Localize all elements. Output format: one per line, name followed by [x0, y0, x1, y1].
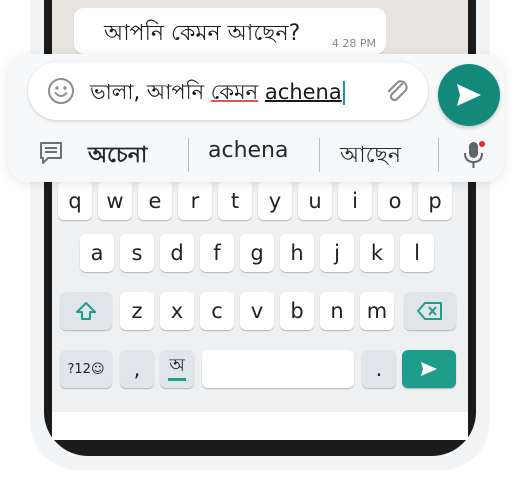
- period-key[interactable]: .: [362, 350, 396, 388]
- suggestion-bar: অচেনা achena আছেন: [8, 130, 504, 178]
- key-s[interactable]: s: [120, 234, 154, 272]
- key-h[interactable]: h: [280, 234, 314, 272]
- space-bar[interactable]: [202, 350, 354, 388]
- key-p[interactable]: p: [418, 182, 452, 220]
- send-icon: [457, 84, 481, 106]
- message-input-text: ভালা, আপনি কেমন achena: [90, 76, 345, 111]
- key-t[interactable]: t: [218, 182, 252, 220]
- shift-key[interactable]: [60, 292, 112, 330]
- input-text-plain: ভালা, আপনি: [90, 80, 211, 104]
- key-r[interactable]: r: [178, 182, 212, 220]
- symbols-key-label: ?12☺: [67, 361, 105, 377]
- key-i[interactable]: i: [338, 182, 372, 220]
- keyboard-send-key[interactable]: [402, 350, 456, 388]
- suggestion-2[interactable]: achena: [208, 138, 288, 163]
- send-button[interactable]: [438, 64, 500, 126]
- key-y[interactable]: y: [258, 182, 292, 220]
- key-x[interactable]: x: [160, 292, 194, 330]
- emoji-icon[interactable]: [46, 76, 76, 106]
- clipboard-icon[interactable]: [36, 138, 66, 168]
- key-a[interactable]: a: [80, 234, 114, 272]
- suggestion-divider: [319, 138, 320, 172]
- message-input[interactable]: ভালা, আপনি কেমন achena: [28, 62, 428, 120]
- backspace-icon: [417, 302, 442, 320]
- key-q[interactable]: q: [58, 182, 92, 220]
- key-g[interactable]: g: [240, 234, 274, 272]
- bottom-bar: [52, 412, 468, 440]
- key-c[interactable]: c: [200, 292, 234, 330]
- suggestion-divider: [188, 138, 189, 172]
- backspace-key[interactable]: [404, 292, 456, 330]
- key-f[interactable]: f: [200, 234, 234, 272]
- send-arrow-icon: [421, 362, 437, 376]
- key-l[interactable]: l: [400, 234, 434, 272]
- key-m[interactable]: m: [360, 292, 394, 330]
- message-timestamp: 4 28 PM: [331, 37, 376, 50]
- symbols-key[interactable]: ?12☺: [60, 350, 112, 388]
- language-indicator-bar: [168, 378, 186, 381]
- comma-key[interactable]: ,: [120, 350, 154, 388]
- key-u[interactable]: u: [298, 182, 332, 220]
- paperclip-icon[interactable]: [382, 76, 412, 106]
- key-e[interactable]: e: [138, 182, 172, 220]
- suggestion-1[interactable]: অচেনা: [88, 138, 147, 175]
- key-n[interactable]: n: [320, 292, 354, 330]
- keyboard: q w e r t y u i o p a s d f g h j k l z …: [52, 182, 468, 412]
- input-text-space: [258, 80, 265, 104]
- key-j[interactable]: j: [320, 234, 354, 272]
- text-caret: [342, 81, 345, 105]
- key-d[interactable]: d: [160, 234, 194, 272]
- key-z[interactable]: z: [120, 292, 154, 330]
- suggestion-divider: [438, 138, 439, 172]
- key-v[interactable]: v: [240, 292, 274, 330]
- language-switch-key[interactable]: অ: [160, 350, 194, 388]
- microphone-icon[interactable]: [462, 140, 486, 170]
- composer-panel: ভালা, আপনি কেমন achena অচেনা achena আছেন: [8, 54, 504, 182]
- shift-arrow-icon: [76, 302, 96, 320]
- key-b[interactable]: b: [280, 292, 314, 330]
- key-k[interactable]: k: [360, 234, 394, 272]
- key-w[interactable]: w: [98, 182, 132, 220]
- message-text: আপনি কেমন আছেন?: [104, 21, 301, 46]
- input-text-current-word: achena: [264, 80, 342, 104]
- key-o[interactable]: o: [378, 182, 412, 220]
- input-text-misspelled: কেমন: [210, 80, 259, 104]
- received-message-bubble[interactable]: আপনি কেমন আছেন? 4 28 PM: [74, 8, 386, 54]
- language-key-label: অ: [169, 355, 185, 376]
- suggestion-3[interactable]: আছেন: [340, 138, 401, 175]
